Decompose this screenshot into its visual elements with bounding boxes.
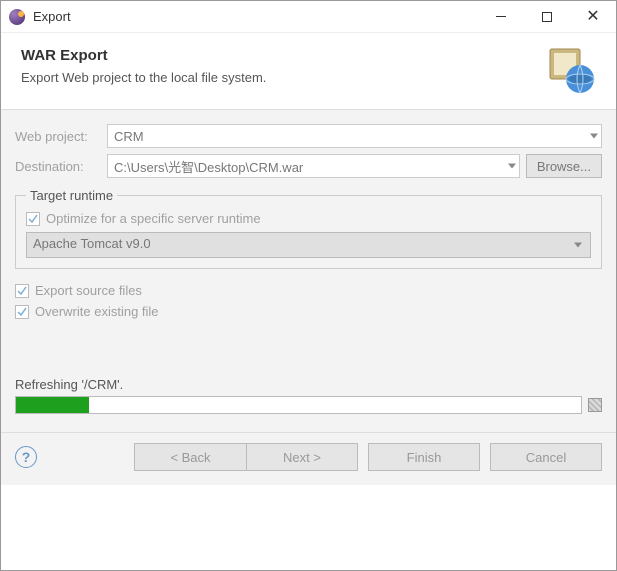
progress-bar — [15, 396, 582, 414]
next-button[interactable]: Next > — [246, 443, 358, 471]
browse-button[interactable]: Browse... — [526, 154, 602, 178]
stop-button[interactable] — [588, 398, 602, 412]
finish-button[interactable]: Finish — [368, 443, 480, 471]
minimize-button[interactable] — [478, 1, 524, 33]
maximize-button[interactable] — [524, 1, 570, 33]
runtime-selected-value: Apache Tomcat v9.0 — [33, 236, 151, 251]
close-button[interactable]: ✕ — [570, 1, 616, 33]
form-content: Web project: Destination: Browse... Targ… — [1, 110, 616, 319]
page-title: WAR Export — [21, 47, 548, 64]
optimize-label: Optimize for a specific server runtime — [46, 211, 261, 226]
window-controls: ✕ — [478, 1, 616, 33]
minimize-icon — [496, 16, 506, 17]
maximize-icon — [542, 12, 552, 22]
check-icon — [17, 307, 27, 317]
cancel-button[interactable]: Cancel — [490, 443, 602, 471]
progress-section: Refreshing '/CRM'. — [1, 377, 616, 414]
help-button[interactable]: ? — [15, 446, 37, 468]
target-runtime-group: Target runtime Optimize for a specific s… — [15, 188, 602, 269]
target-runtime-legend: Target runtime — [26, 188, 117, 203]
back-button[interactable]: < Back — [134, 443, 246, 471]
window-title: Export — [33, 9, 478, 24]
destination-label: Destination: — [15, 159, 107, 174]
titlebar: Export ✕ — [1, 1, 616, 33]
web-project-label: Web project: — [15, 129, 107, 144]
page-description: Export Web project to the local file sys… — [21, 70, 548, 85]
overwrite-label: Overwrite existing file — [35, 304, 159, 319]
optimize-checkbox[interactable] — [26, 212, 40, 226]
export-source-label: Export source files — [35, 283, 142, 298]
dialog-footer: ? < Back Next > Finish Cancel — [1, 432, 616, 485]
export-source-checkbox[interactable] — [15, 284, 29, 298]
web-project-combo[interactable] — [107, 124, 602, 148]
export-war-icon — [548, 47, 596, 95]
eclipse-icon — [9, 9, 25, 25]
help-icon: ? — [22, 449, 31, 465]
close-icon: ✕ — [586, 9, 599, 25]
overwrite-checkbox[interactable] — [15, 305, 29, 319]
chevron-down-icon — [574, 243, 582, 248]
runtime-select[interactable]: Apache Tomcat v9.0 — [26, 232, 591, 258]
dialog-header: WAR Export Export Web project to the loc… — [1, 33, 616, 110]
check-icon — [28, 214, 38, 224]
progress-fill — [16, 397, 89, 413]
destination-combo[interactable] — [107, 154, 520, 178]
check-icon — [17, 286, 27, 296]
progress-label: Refreshing '/CRM'. — [15, 377, 602, 392]
